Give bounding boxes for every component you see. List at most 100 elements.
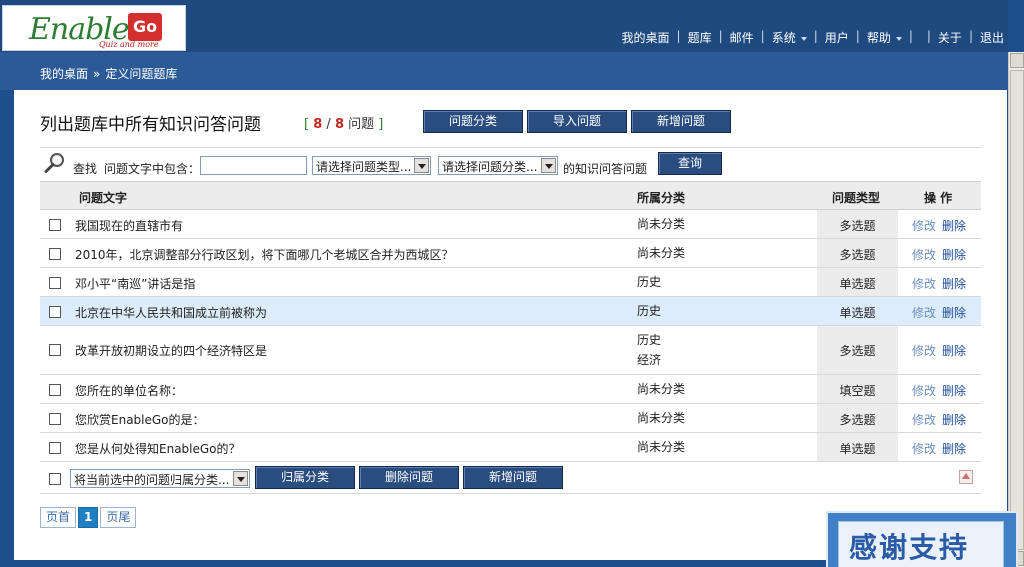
page-current[interactable]: 1	[78, 507, 99, 528]
count-total: 8	[334, 117, 344, 132]
row-question-text[interactable]: 邓小平“南巡”讲话是指	[75, 275, 195, 292]
question-category-select[interactable]: 请选择问题分类...	[438, 156, 558, 175]
caret-down-icon	[800, 36, 807, 41]
delete-link[interactable]: 删除	[942, 442, 966, 456]
chevron-down-icon[interactable]	[414, 158, 429, 173]
row-operations: 修改 删除	[912, 304, 966, 321]
row-category-cell: 尚未分类	[637, 379, 685, 399]
scroll-up-button[interactable]	[1010, 53, 1024, 68]
count-bracket-open: [	[304, 117, 310, 132]
row-checkbox[interactable]	[49, 442, 61, 454]
nav-item-8[interactable]: 退出	[976, 29, 1008, 46]
table-row[interactable]: 您所在的单位名称： 尚未分类 填空题 修改 删除	[40, 375, 981, 404]
delete-link[interactable]: 删除	[942, 277, 966, 291]
vertical-scrollbar[interactable]	[1008, 52, 1024, 567]
nav-item-1[interactable]: 题库	[684, 29, 716, 46]
add-question-footer-button[interactable]: 新增问题	[463, 466, 563, 489]
row-category: 尚未分类	[637, 411, 686, 425]
row-operations: 修改 删除	[912, 217, 966, 234]
row-operations: 修改 删除	[912, 382, 966, 399]
edit-link[interactable]: 修改	[912, 442, 936, 456]
search-text-input[interactable]	[200, 156, 307, 175]
assign-category-button[interactable]: 归属分类	[255, 466, 355, 489]
table-row[interactable]: 您欣赏EnableGo的是： 尚未分类 多选题 修改 删除	[40, 404, 981, 433]
nav-item-6[interactable]	[916, 29, 924, 46]
query-button[interactable]: 查询	[658, 152, 722, 175]
delete-link[interactable]: 删除	[942, 248, 966, 262]
edit-link[interactable]: 修改	[912, 384, 936, 398]
table-row[interactable]: 我国现在的直辖市有 尚未分类 多选题 修改 删除	[40, 210, 981, 239]
import-questions-button[interactable]: 导入问题	[527, 110, 627, 133]
row-question-text[interactable]: 您欣赏EnableGo的是：	[75, 411, 205, 428]
row-checkbox[interactable]	[49, 219, 61, 231]
nav-item-7[interactable]: 关于	[934, 29, 966, 46]
row-checkbox[interactable]	[49, 248, 61, 260]
delete-link[interactable]: 删除	[942, 413, 966, 427]
enablego-logo[interactable]: Enable Go Quiz and more	[2, 5, 186, 51]
row-type: 单选题	[817, 433, 898, 461]
table-row[interactable]: 您是从何处得知EnableGo的？ 尚未分类 单选题 修改 删除	[40, 433, 981, 462]
edit-link[interactable]: 修改	[912, 219, 936, 233]
select-all-checkbox[interactable]	[49, 473, 61, 485]
edit-link[interactable]: 修改	[912, 344, 936, 358]
thanks-badge[interactable]: 感谢支持	[826, 511, 1018, 567]
bulk-category-select[interactable]: 将当前选中的问题归属分类...	[70, 469, 250, 488]
table-row[interactable]: 北京在中华人民共和国成立前被称为 历史 单选题 修改 删除	[40, 297, 981, 326]
page-last-link[interactable]: 页尾	[100, 507, 137, 528]
chevron-down-icon[interactable]	[541, 158, 556, 173]
row-question-text[interactable]: 我国现在的直辖市有	[75, 217, 183, 234]
edit-link[interactable]: 修改	[912, 413, 936, 427]
row-question-text[interactable]: 北京在中华人民共和国成立前被称为	[75, 304, 267, 321]
row-checkbox[interactable]	[49, 344, 61, 356]
nav-separator: |	[676, 29, 681, 43]
chevron-down-icon[interactable]	[233, 471, 248, 486]
row-question-text[interactable]: 2010年，北京调整部分行政区划，将下面哪几个老城区合并为西城区？	[75, 246, 454, 263]
row-category-cell: 历史 经济	[637, 330, 661, 370]
row-operations: 修改 删除	[912, 275, 966, 292]
nav-item-5[interactable]: 帮助	[863, 29, 906, 46]
delete-link[interactable]: 删除	[942, 219, 966, 233]
row-category-cell: 尚未分类	[637, 408, 685, 428]
row-question-text[interactable]: 您所在的单位名称：	[75, 382, 183, 399]
caret-down-icon	[895, 36, 902, 41]
question-type-select[interactable]: 请选择问题类型...	[312, 156, 431, 175]
scroll-thumb[interactable]	[1010, 70, 1024, 550]
table-body: 我国现在的直辖市有 尚未分类 多选题 修改 删除 2010年，北京调整部分行政区划，将下面…	[40, 210, 981, 462]
table-row[interactable]: 邓小平“南巡”讲话是指 历史 单选题 修改 删除	[40, 268, 981, 297]
logo-tagline: Quiz and more	[99, 40, 159, 49]
row-checkbox[interactable]	[49, 413, 61, 425]
back-to-top-icon[interactable]	[959, 470, 973, 484]
edit-link[interactable]: 修改	[912, 306, 936, 320]
table-row[interactable]: 2010年，北京调整部分行政区划，将下面哪几个老城区合并为西城区？ 尚未分类 多选题…	[40, 239, 981, 268]
nav-item-0[interactable]: 我的桌面	[618, 29, 674, 46]
nav-item-3[interactable]: 系统	[768, 29, 811, 46]
row-category-cell: 历史	[637, 301, 661, 321]
row-type: 填空题	[817, 375, 898, 403]
row-question-text[interactable]: 您是从何处得知EnableGo的？	[75, 440, 241, 457]
bulk-category-select-value: 将当前选中的问题归属分类...	[74, 473, 230, 487]
row-checkbox[interactable]	[49, 306, 61, 318]
top-header: Enable Go Quiz and more 我的桌面 | 题库 | 邮件 | 系统 | 用户…	[0, 0, 1008, 52]
row-checkbox[interactable]	[49, 384, 61, 396]
row-checkbox[interactable]	[49, 277, 61, 289]
row-type: 多选题	[817, 239, 898, 267]
edit-link[interactable]: 修改	[912, 248, 936, 262]
delete-link[interactable]: 删除	[942, 306, 966, 320]
page-first-link[interactable]: 页首	[40, 507, 77, 528]
nav-separator: |	[908, 29, 913, 43]
row-question-text[interactable]: 改革开放初期设立的四个经济特区是	[75, 342, 267, 359]
row-category-cell: 历史	[637, 272, 661, 292]
delete-link[interactable]: 删除	[942, 344, 966, 358]
add-question-button[interactable]: 新增问题	[631, 110, 731, 133]
page-title: 列出题库中所有知识问答问题	[40, 115, 261, 135]
questions-table: 问题文字 所属分类 问题类型 操 作 我国现在的直辖市有 尚未分类 多选题 修改 删除 2…	[40, 181, 981, 494]
nav-item-2[interactable]: 邮件	[726, 29, 758, 46]
table-row[interactable]: 改革开放初期设立的四个经济特区是 历史 经济 多选题 修改 删除	[40, 326, 981, 375]
edit-link[interactable]: 修改	[912, 277, 936, 291]
header-category: 所属分类	[637, 191, 686, 205]
delete-questions-button[interactable]: 删除问题	[359, 466, 459, 489]
nav-item-4[interactable]: 用户	[821, 29, 853, 46]
delete-link[interactable]: 删除	[942, 384, 966, 398]
breadcrumb-home[interactable]: 我的桌面	[40, 67, 88, 81]
question-category-button[interactable]: 问题分类	[423, 110, 523, 133]
